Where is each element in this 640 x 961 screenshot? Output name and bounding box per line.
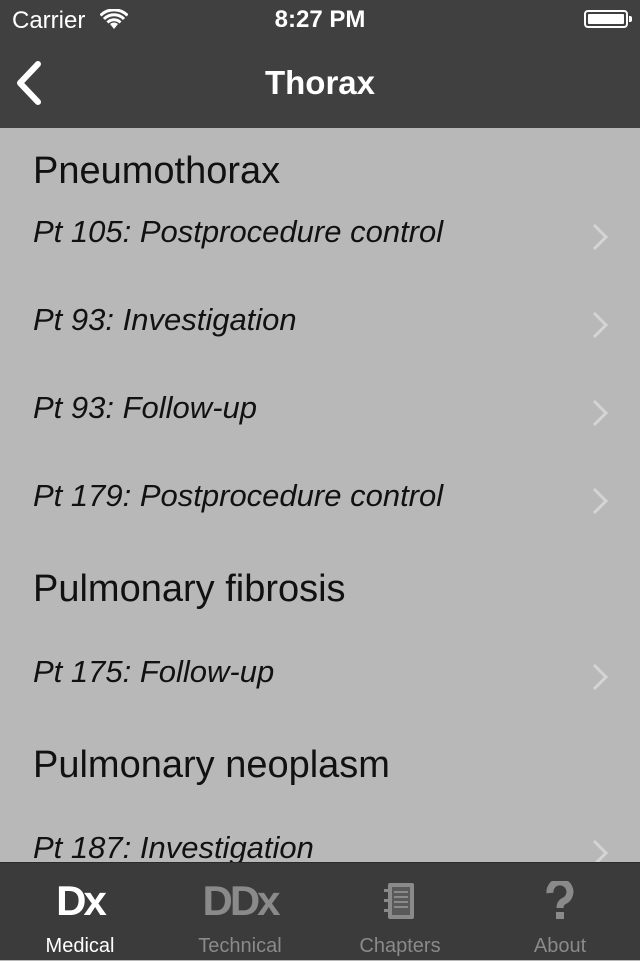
- list-item[interactable]: Pt 105: Postprocedure control: [0, 194, 640, 282]
- section-header-pulmonary-neoplasm: Pulmonary neoplasm: [33, 744, 390, 786]
- tab-medical[interactable]: Dx Medical: [0, 863, 160, 961]
- dx-icon: Dx: [56, 877, 107, 924]
- list-item-label: Pt 187: Investigation: [33, 830, 314, 862]
- tab-label: Chapters: [359, 935, 441, 957]
- tab-label: Medical: [45, 935, 115, 957]
- list-item-label: Pt 179: Postprocedure control: [33, 478, 444, 513]
- chevron-right-icon: [592, 487, 609, 515]
- battery-icon: [584, 10, 632, 28]
- chevron-right-icon: [592, 311, 609, 339]
- tab-label: Technical: [198, 935, 282, 957]
- list-item[interactable]: Pt 187: Investigation: [0, 810, 640, 862]
- list-item-label: Pt 105: Postprocedure control: [33, 214, 444, 249]
- list-item-label: Pt 93: Investigation: [33, 302, 297, 337]
- status-time: 8:27 PM: [274, 6, 366, 33]
- chevron-right-icon: [592, 399, 609, 427]
- list-item[interactable]: Pt 93: Follow-up: [0, 370, 640, 458]
- section-header-pulmonary-fibrosis: Pulmonary fibrosis: [33, 568, 346, 610]
- list-item-label: Pt 93: Follow-up: [33, 390, 257, 425]
- tab-technical[interactable]: DDx Technical: [160, 863, 320, 961]
- status-bar: Carrier 8:27 PM: [0, 0, 640, 40]
- navigation-bar: Thorax: [0, 40, 640, 128]
- tab-label: About: [533, 935, 587, 957]
- case-list[interactable]: Pneumothorax Pt 105: Postprocedure contr…: [0, 128, 640, 862]
- notebook-icon: [384, 883, 414, 919]
- list-item-label: Pt 175: Follow-up: [33, 654, 275, 689]
- chevron-right-icon: [592, 223, 609, 251]
- ddx-icon: DDx: [202, 877, 280, 924]
- chevron-right-icon: [592, 663, 609, 691]
- tab-about[interactable]: About: [480, 863, 640, 961]
- question-icon: [546, 881, 574, 919]
- page-title: Thorax: [264, 64, 376, 101]
- tab-bar: Dx Medical DDx Technical Chapters About: [0, 862, 640, 960]
- list-item[interactable]: Pt 175: Follow-up: [0, 634, 640, 722]
- tab-chapters[interactable]: Chapters: [320, 863, 480, 961]
- list-item[interactable]: Pt 179: Postprocedure control: [0, 458, 640, 546]
- section-header-pneumothorax: Pneumothorax: [33, 150, 281, 192]
- list-item[interactable]: Pt 93: Investigation: [0, 282, 640, 370]
- chevron-right-icon: [592, 839, 609, 862]
